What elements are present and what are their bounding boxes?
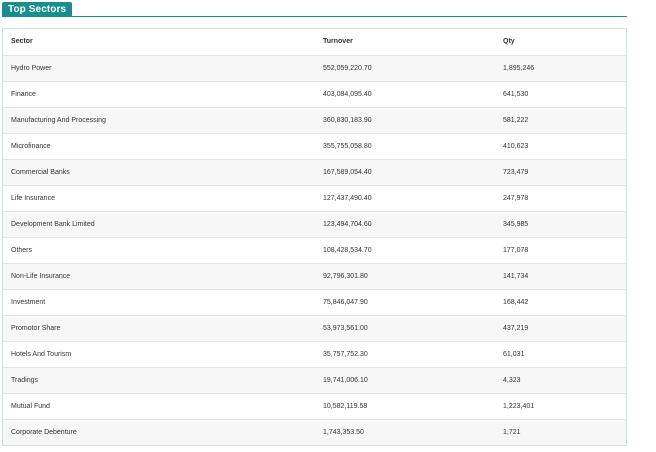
table-row: Development Bank Limited 123,494,704.60 34… bbox=[3, 211, 626, 238]
cell-qty: 1,895,246 bbox=[495, 55, 626, 82]
column-header-turnover: Turnover bbox=[315, 29, 495, 56]
top-sectors-widget: Top Sectors Sector Turnover Qty Hydro Po… bbox=[2, 2, 627, 446]
cell-turnover: 10,582,119.58 bbox=[315, 393, 495, 420]
cell-turnover: 92,796,301.80 bbox=[315, 263, 495, 290]
tab-top-sectors[interactable]: Top Sectors bbox=[2, 2, 73, 17]
table-row: Corporate Debenture 1,743,353.50 1,721 bbox=[3, 419, 626, 445]
cell-qty: 177,078 bbox=[495, 237, 626, 264]
cell-sector: Others bbox=[3, 237, 315, 264]
cell-sector: Hydro Power bbox=[3, 55, 315, 82]
cell-sector: Commercial Banks bbox=[3, 159, 315, 186]
cell-qty: 1,223,401 bbox=[495, 393, 626, 420]
cell-sector: Tradings bbox=[3, 367, 315, 394]
cell-turnover: 53,973,561.00 bbox=[315, 315, 495, 342]
cell-turnover: 552,059,220.70 bbox=[315, 55, 495, 82]
table-row: Tradings 19,741,006.10 4,323 bbox=[3, 367, 626, 394]
table-row: Investment 75,846,047.90 168,442 bbox=[3, 289, 626, 316]
table-row: Hydro Power 552,059,220.70 1,895,246 bbox=[3, 55, 626, 82]
cell-qty: 4,323 bbox=[495, 367, 626, 394]
table-row: Life Insurance 127,437,490.40 247,978 bbox=[3, 185, 626, 212]
cell-sector: Finance bbox=[3, 81, 315, 108]
column-header-sector: Sector bbox=[3, 29, 315, 56]
cell-sector: Promotor Share bbox=[3, 315, 315, 342]
widget-tab-bar: Top Sectors bbox=[2, 2, 627, 17]
cell-qty: 581,222 bbox=[495, 107, 626, 134]
cell-sector: Microfinance bbox=[3, 133, 315, 160]
table-row: Others 108,428,534.70 177,078 bbox=[3, 237, 626, 264]
cell-qty: 723,479 bbox=[495, 159, 626, 186]
table-row: Manufacturing And Processing 360,830,183.… bbox=[3, 107, 626, 134]
cell-sector: Non-Life Insurance bbox=[3, 263, 315, 290]
cell-turnover: 123,494,704.60 bbox=[315, 211, 495, 238]
table-row: Non-Life Insurance 92,796,301.80 141,734 bbox=[3, 263, 626, 290]
cell-turnover: 127,437,490.40 bbox=[315, 185, 495, 212]
table-row: Finance 403,084,095.40 641,530 bbox=[3, 81, 626, 108]
cell-qty: 247,978 bbox=[495, 185, 626, 212]
cell-turnover: 19,741,006.10 bbox=[315, 367, 495, 394]
cell-qty: 345,985 bbox=[495, 211, 626, 238]
cell-qty: 410,623 bbox=[495, 133, 626, 160]
cell-sector: Development Bank Limited bbox=[3, 211, 315, 238]
cell-turnover: 355,755,058.80 bbox=[315, 133, 495, 160]
cell-qty: 61,031 bbox=[495, 341, 626, 368]
cell-qty: 141,734 bbox=[495, 263, 626, 290]
cell-sector: Hotels And Tourism bbox=[3, 341, 315, 368]
cell-qty: 437,219 bbox=[495, 315, 626, 342]
cell-turnover: 403,084,095.40 bbox=[315, 81, 495, 108]
cell-turnover: 1,743,353.50 bbox=[315, 419, 495, 445]
cell-sector: Investment bbox=[3, 289, 315, 316]
table-header-row: Sector Turnover Qty bbox=[3, 29, 626, 56]
cell-sector: Manufacturing And Processing bbox=[3, 107, 315, 134]
cell-sector: Corporate Debenture bbox=[3, 419, 315, 445]
table-row: Mutual Fund 10,582,119.58 1,223,401 bbox=[3, 393, 626, 420]
cell-turnover: 75,846,047.90 bbox=[315, 289, 495, 316]
cell-qty: 1,721 bbox=[495, 419, 626, 445]
cell-turnover: 167,589,054.40 bbox=[315, 159, 495, 186]
cell-turnover: 360,830,183.90 bbox=[315, 107, 495, 134]
table-row: Promotor Share 53,973,561.00 437,219 bbox=[3, 315, 626, 342]
table-row: Commercial Banks 167,589,054.40 723,479 bbox=[3, 159, 626, 186]
cell-turnover: 108,428,534.70 bbox=[315, 237, 495, 264]
cell-sector: Mutual Fund bbox=[3, 393, 315, 420]
cell-qty: 168,442 bbox=[495, 289, 626, 316]
table-row: Microfinance 355,755,058.80 410,623 bbox=[3, 133, 626, 160]
cell-sector: Life Insurance bbox=[3, 185, 315, 212]
cell-qty: 641,530 bbox=[495, 81, 626, 108]
column-header-qty: Qty bbox=[495, 29, 626, 56]
sectors-table-container: Sector Turnover Qty Hydro Power 552,059,2… bbox=[2, 28, 627, 446]
sectors-table: Sector Turnover Qty Hydro Power 552,059,2… bbox=[3, 29, 626, 445]
cell-turnover: 35,757,752.30 bbox=[315, 341, 495, 368]
table-row: Hotels And Tourism 35,757,752.30 61,031 bbox=[3, 341, 626, 368]
